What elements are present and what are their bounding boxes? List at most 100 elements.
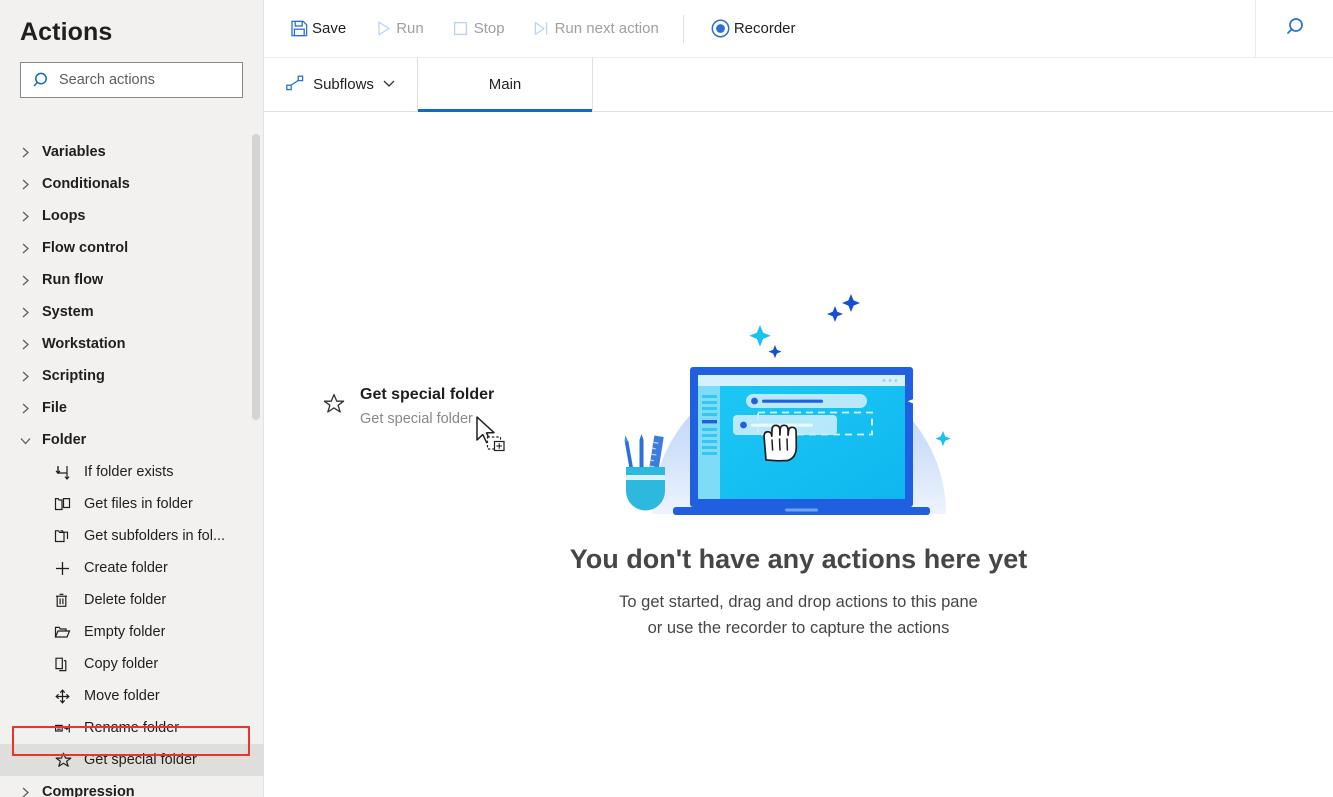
toolbar-divider [682, 14, 684, 43]
run-next-action-label: Run next action [554, 20, 659, 37]
sidebar-action-get-subfolders-in-folder[interactable]: Get subfolders in fol... [0, 520, 264, 552]
sidebar-group-label: File [42, 400, 67, 416]
main-area: Save Run Stop Run next action Recorder S… [264, 0, 1333, 797]
sidebar-scrollbar[interactable] [252, 128, 260, 778]
sidebar-group-run-flow[interactable]: Run flow [0, 264, 264, 296]
move-arrows-icon [54, 688, 84, 705]
subfolder-icon [54, 528, 84, 545]
folder-files-icon [54, 496, 84, 513]
save-floppy-icon [286, 19, 312, 38]
empty-state-line2: or use the recorder to capture the actio… [647, 619, 950, 637]
sidebar-group-variables[interactable]: Variables [0, 136, 264, 168]
empty-state-line1: To get started, drag and drop actions to… [619, 593, 978, 611]
trash-icon [54, 592, 84, 609]
sidebar-action-label: Delete folder [84, 592, 167, 608]
sidebar-action-label: Empty folder [84, 624, 166, 640]
sidebar-action-label: Create folder [84, 560, 168, 576]
open-folder-icon [54, 624, 84, 641]
sidebar-group-folder[interactable]: Folder [0, 424, 264, 456]
star-icon [54, 751, 84, 770]
sidebar-action-empty-folder[interactable]: Empty folder [0, 616, 264, 648]
chevron-right-icon [20, 307, 42, 318]
empty-state-subtitle: To get started, drag and drop actions to… [619, 589, 978, 641]
sidebar-group-label: Loops [42, 208, 86, 224]
sidebar-group-loops[interactable]: Loops [0, 200, 264, 232]
branch-icon [54, 464, 84, 481]
play-icon [370, 19, 396, 38]
tab-main[interactable]: Main [418, 58, 593, 112]
subflow-graph-icon [285, 73, 305, 97]
actions-tree: Variables Conditionals Loops Flow contro… [0, 136, 264, 797]
sidebar-action-if-folder-exists[interactable]: If folder exists [0, 456, 264, 488]
tab-bar: Subflows Main [264, 58, 1333, 112]
copy-icon [54, 656, 84, 673]
sidebar-action-get-special-folder[interactable]: Get special folder [0, 744, 264, 776]
sidebar-group-label: Scripting [42, 368, 105, 384]
sidebar-group-label: Conditionals [42, 176, 130, 192]
sidebar-group-label: Workstation [42, 336, 126, 352]
sidebar-group-system[interactable]: System [0, 296, 264, 328]
recorder-label: Recorder [733, 20, 796, 37]
subflows-label: Subflows [313, 76, 374, 93]
sidebar-action-label: Rename folder [84, 720, 180, 736]
chevron-down-icon [382, 76, 396, 94]
sidebar-action-delete-folder[interactable]: Delete folder [0, 584, 264, 616]
save-label: Save [312, 20, 347, 37]
sidebar-action-label: If folder exists [84, 464, 174, 480]
power-automate-desktop-window: Actions Variables Conditi [0, 0, 1333, 797]
save-button[interactable]: Save [274, 10, 358, 48]
recorder-button[interactable]: Recorder [696, 10, 808, 48]
chevron-right-icon [20, 371, 42, 382]
chevron-down-icon [20, 435, 42, 446]
sidebar-action-move-folder[interactable]: Move folder [0, 680, 264, 712]
sidebar-action-label: Get special folder [84, 752, 197, 768]
sidebar-group-label: Flow control [42, 240, 129, 256]
empty-state: You don't have any actions here yet To g… [264, 254, 1333, 641]
sidebar-group-conditionals[interactable]: Conditionals [0, 168, 264, 200]
sidebar-action-get-files-in-folder[interactable]: Get files in folder [0, 488, 264, 520]
scrollbar-thumb[interactable] [252, 134, 260, 420]
search-actions-box[interactable] [20, 62, 243, 98]
run-label: Run [396, 20, 424, 37]
sidebar-group-workstation[interactable]: Workstation [0, 328, 264, 360]
plus-icon [54, 560, 84, 577]
sidebar-group-label: Folder [42, 432, 87, 448]
sidebar-group-file[interactable]: File [0, 392, 264, 424]
search-icon [29, 70, 55, 90]
sidebar-action-create-folder[interactable]: Create folder [0, 552, 264, 584]
empty-state-title: You don't have any actions here yet [569, 544, 1028, 574]
sidebar-group-compression[interactable]: Compression [0, 776, 264, 797]
actions-sidebar: Actions Variables Conditi [0, 0, 264, 797]
chevron-right-icon [20, 275, 42, 286]
stop-button[interactable]: Stop [436, 10, 517, 48]
search-icon [1283, 15, 1307, 44]
record-dot-icon [708, 18, 734, 39]
tab-label: Main [488, 76, 522, 93]
chevron-right-icon [20, 339, 42, 350]
step-over-icon [529, 19, 555, 38]
chevron-right-icon [20, 147, 42, 158]
sidebar-action-label: Get files in folder [84, 496, 193, 512]
chevron-right-icon [20, 787, 42, 797]
sidebar-group-scripting[interactable]: Scripting [0, 360, 264, 392]
sidebar-group-label: Compression [42, 784, 135, 797]
sidebar-action-label: Copy folder [84, 656, 159, 672]
sidebar-group-flow-control[interactable]: Flow control [0, 232, 264, 264]
rename-icon [54, 720, 84, 737]
toolbar-search-button[interactable] [1255, 0, 1333, 58]
flow-canvas[interactable]: You don't have any actions here yet To g… [264, 112, 1333, 797]
sidebar-action-rename-folder[interactable]: Rename folder [0, 712, 264, 744]
sidebar-action-label: Get subfolders in fol... [84, 528, 226, 544]
laptop-drag-drop-illustration [623, 280, 957, 515]
sidebar-action-copy-folder[interactable]: Copy folder [0, 648, 264, 680]
run-button[interactable]: Run [358, 10, 436, 48]
sidebar-group-label: Run flow [42, 272, 104, 288]
chevron-right-icon [20, 211, 42, 222]
chevron-right-icon [20, 403, 42, 414]
search-input[interactable] [55, 72, 234, 88]
chevron-right-icon [20, 243, 42, 254]
sidebar-group-label: Variables [42, 144, 106, 160]
toolbar: Save Run Stop Run next action Recorder [264, 0, 1333, 58]
run-next-action-button[interactable]: Run next action [517, 10, 671, 48]
subflows-dropdown[interactable]: Subflows [264, 58, 418, 111]
